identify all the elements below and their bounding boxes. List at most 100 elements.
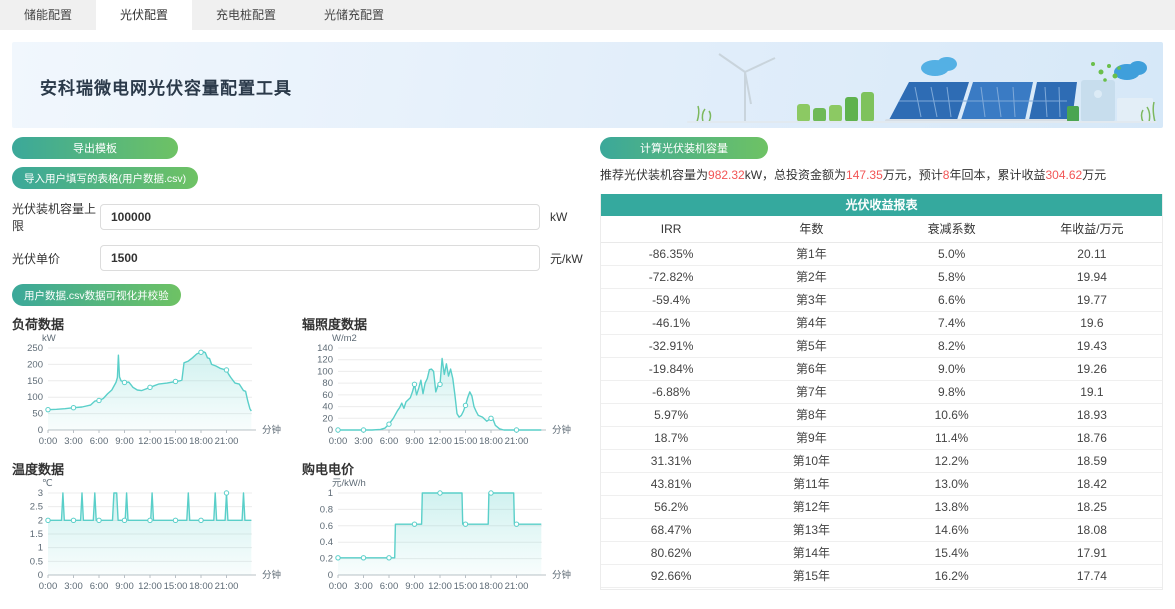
- banner: 安科瑞微电网光伏容量配置工具: [12, 42, 1163, 128]
- table-cell: 80.62%: [601, 541, 741, 564]
- svg-text:150: 150: [27, 376, 43, 387]
- table-row: -72.82%第2年5.8%19.94: [601, 265, 1162, 288]
- pv-capacity-limit-input[interactable]: [100, 204, 540, 230]
- cloud-icon: [921, 57, 957, 76]
- table-cell: 6.6%: [882, 288, 1022, 311]
- tab-pv-storage-charge-config[interactable]: 光储充配置: [300, 0, 408, 30]
- svg-text:分钟: 分钟: [552, 569, 571, 581]
- svg-text:100: 100: [27, 392, 43, 403]
- svg-text:6:00: 6:00: [380, 436, 399, 447]
- svg-text:2: 2: [38, 515, 43, 526]
- svg-text:200: 200: [27, 359, 43, 370]
- table-cell: -19.84%: [601, 357, 741, 380]
- table-cell: 19.1: [1022, 380, 1162, 403]
- table-cell: 第9年: [741, 426, 881, 449]
- table-cell: 56.2%: [601, 495, 741, 518]
- temperature-chart-canvas: 00.511.522.53℃0:003:006:009:0012:0015:00…: [12, 477, 300, 602]
- svg-text:20: 20: [322, 413, 333, 424]
- result-summary: 推荐光伏装机容量为982.32kW，总投资金额为147.35万元，预计8年回本，…: [600, 167, 1163, 183]
- pv-unit-price-input[interactable]: [100, 245, 540, 271]
- table-cell: 92.66%: [601, 564, 741, 587]
- table-cell: -32.91%: [601, 334, 741, 357]
- svg-text:0.2: 0.2: [320, 554, 333, 565]
- irradiance-chart-canvas: 020406080100120140W/m20:003:006:009:0012…: [302, 332, 590, 457]
- table-cell: 18.42: [1022, 472, 1162, 495]
- table-cell: 第2年: [741, 265, 881, 288]
- right-panel: 计算光伏装机容量 推荐光伏装机容量为982.32kW，总投资金额为147.35万…: [600, 137, 1163, 590]
- svg-text:21:00: 21:00: [215, 436, 239, 447]
- table-cell: 13.8%: [882, 495, 1022, 518]
- price-chart: 购电电价 00.20.40.60.81元/kW/h0:003:006:009:0…: [302, 459, 590, 602]
- svg-text:0: 0: [38, 425, 43, 436]
- tab-storage-config[interactable]: 储能配置: [0, 0, 96, 30]
- svg-text:℃: ℃: [42, 478, 53, 489]
- pv-capacity-limit-row: 光伏装机容量上限 kW: [12, 200, 590, 234]
- svg-text:80: 80: [322, 378, 333, 389]
- tab-pv-config[interactable]: 光伏配置: [96, 0, 192, 30]
- svg-text:0.5: 0.5: [30, 556, 43, 567]
- table-header-row: IRR年数衰减系数年收益/万元: [601, 216, 1162, 242]
- table-cell: 43.81%: [601, 472, 741, 495]
- summary-text: 万元: [1082, 168, 1106, 182]
- summary-text: 万元，预计: [883, 168, 943, 182]
- price-chart-canvas: 00.20.40.60.81元/kW/h0:003:006:009:0012:0…: [302, 477, 590, 602]
- pv-unit-price-row: 光伏单价 元/kW: [12, 245, 590, 271]
- table-cell: 11.4%: [882, 426, 1022, 449]
- svg-text:12:00: 12:00: [428, 581, 452, 592]
- svg-text:18:00: 18:00: [479, 436, 503, 447]
- table-row: 92.66%第15年16.2%17.74: [601, 564, 1162, 587]
- pv-unit-price-label: 光伏单价: [12, 250, 100, 267]
- svg-text:kW: kW: [42, 333, 56, 344]
- svg-text:3:00: 3:00: [354, 581, 373, 592]
- table-cell: 19.26: [1022, 357, 1162, 380]
- svg-text:40: 40: [322, 402, 333, 413]
- svg-text:250: 250: [27, 343, 43, 354]
- table-cell: 18.93: [1022, 403, 1162, 426]
- svg-text:6:00: 6:00: [90, 581, 109, 592]
- svg-text:2.5: 2.5: [30, 502, 43, 513]
- load-chart-title: 负荷数据: [12, 314, 300, 332]
- calculate-capacity-button[interactable]: 计算光伏装机容量: [600, 137, 768, 159]
- table-row: -6.88%第7年9.8%19.1: [601, 380, 1162, 403]
- svg-text:W/m2: W/m2: [332, 333, 357, 344]
- column-header: IRR: [601, 216, 741, 242]
- svg-text:3:00: 3:00: [64, 436, 83, 447]
- table-cell: 68.47%: [601, 518, 741, 541]
- svg-text:12:00: 12:00: [138, 436, 162, 447]
- pv-revenue-table: 光伏收益报表 IRR年数衰减系数年收益/万元 -86.35%第1年5.0%20.…: [600, 194, 1163, 590]
- cloud-icon: [1114, 61, 1147, 80]
- table-cell: 104.7%: [601, 587, 741, 590]
- svg-text:0: 0: [328, 425, 333, 436]
- price-chart-title: 购电电价: [302, 459, 590, 477]
- table-cell: 17.0%: [882, 587, 1022, 590]
- table-row: 18.7%第9年11.4%18.76: [601, 426, 1162, 449]
- table-cell: 19.43: [1022, 334, 1162, 357]
- charts-grid: 负荷数据 050100150200250kW0:003:006:009:0012…: [12, 314, 590, 602]
- table-row: -46.1%第4年7.4%19.6: [601, 311, 1162, 334]
- svg-text:12:00: 12:00: [428, 436, 452, 447]
- svg-text:6:00: 6:00: [90, 436, 109, 447]
- export-template-button[interactable]: 导出模板: [12, 137, 178, 159]
- svg-text:0:00: 0:00: [329, 581, 348, 592]
- svg-text:1: 1: [328, 488, 333, 499]
- table-cell: 8.2%: [882, 334, 1022, 357]
- table-cell: 18.7%: [601, 426, 741, 449]
- svg-text:18:00: 18:00: [189, 436, 213, 447]
- irradiance-chart: 辐照度数据 020406080100120140W/m20:003:006:00…: [302, 314, 590, 457]
- table-cell: 第1年: [741, 242, 881, 265]
- table-cell: 第8年: [741, 403, 881, 426]
- svg-text:12:00: 12:00: [138, 581, 162, 592]
- table-cell: 19.94: [1022, 265, 1162, 288]
- svg-text:60: 60: [322, 390, 333, 401]
- tab-charger-config[interactable]: 充电桩配置: [192, 0, 300, 30]
- page-title: 安科瑞微电网光伏容量配置工具: [40, 74, 292, 99]
- import-csv-button[interactable]: 导入用户填写的表格(用户数据.csv): [12, 167, 198, 189]
- table-cell: 14.6%: [882, 518, 1022, 541]
- svg-text:1.5: 1.5: [30, 529, 43, 540]
- visualize-csv-button[interactable]: 用户数据.csv数据可视化并校验: [12, 284, 181, 306]
- temperature-chart: 温度数据 00.511.522.53℃0:003:006:009:0012:00…: [12, 459, 300, 602]
- svg-text:0:00: 0:00: [39, 436, 58, 447]
- total-investment-value: 147.35: [846, 168, 883, 182]
- svg-text:15:00: 15:00: [164, 436, 188, 447]
- table-cell: 10.6%: [882, 403, 1022, 426]
